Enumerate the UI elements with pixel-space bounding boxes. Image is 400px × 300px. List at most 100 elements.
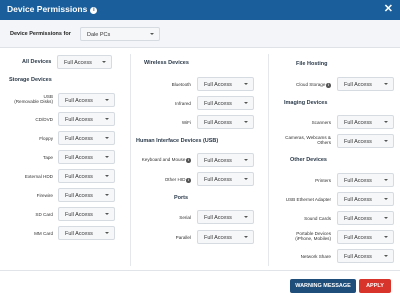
serial-select[interactable]: Full Access	[197, 210, 254, 224]
row-label-cloud-storage: Cloud Storage i	[296, 82, 331, 88]
info-icon[interactable]: i	[90, 7, 98, 14]
chevron-down-icon	[105, 137, 109, 139]
row-label-firewire: Firewire	[36, 193, 53, 198]
select-value: Full Access	[344, 119, 372, 126]
scanners-select[interactable]: Full Access	[337, 115, 394, 129]
info-icon[interactable]: i	[326, 83, 331, 88]
portable-devices-select[interactable]: Full Access	[337, 230, 394, 244]
chevron-down-icon	[244, 159, 248, 161]
select-value: Full Access	[204, 214, 232, 221]
chevron-down-icon	[105, 156, 109, 158]
sd-card-select[interactable]: Full Access	[58, 207, 115, 221]
wifi-select[interactable]: Full Access	[197, 115, 254, 129]
floppy-select[interactable]: Full Access	[58, 131, 115, 145]
select-value: Full Access	[344, 234, 372, 241]
section-ports: Ports	[174, 195, 189, 201]
select-value: Full Access	[204, 157, 232, 164]
chevron-down-icon	[384, 217, 388, 219]
chevron-down-icon	[384, 121, 388, 123]
bluetooth-select[interactable]: Full Access	[197, 77, 254, 91]
row-label-sd-card: SD Card	[35, 212, 53, 217]
row-label-mm-card: MM Card	[34, 231, 53, 236]
parallel-select[interactable]: Full Access	[197, 230, 254, 244]
chevron-down-icon	[384, 236, 388, 238]
select-value: Full Access	[65, 135, 93, 142]
chevron-down-icon	[150, 33, 154, 35]
chevron-down-icon	[244, 102, 248, 104]
other-hid-select[interactable]: Full Access	[197, 172, 254, 186]
row-label-floppy: Floppy	[39, 136, 53, 141]
chevron-down-icon	[105, 175, 109, 177]
chevron-down-icon	[105, 213, 109, 215]
row-label-keyboard-mouse: Keyboard and Mouse i	[141, 157, 191, 163]
row-label-other-hid: Other HID i	[164, 177, 191, 183]
chevron-down-icon	[384, 179, 388, 181]
keyboard-mouse-select[interactable]: Full Access	[197, 153, 254, 167]
select-value: Full Access	[65, 173, 93, 180]
row-label-usb: USB (Removable Disks)	[14, 94, 53, 105]
select-value: Full Access	[344, 138, 372, 145]
select-value: Full Access	[65, 97, 93, 104]
group-select[interactable]: Dale PCs	[80, 27, 160, 41]
section-file-hosting: File Hosting	[296, 61, 328, 67]
select-value: Full Access	[204, 100, 232, 107]
sound-cards-select[interactable]: Full Access	[337, 211, 394, 225]
select-value: Full Access	[344, 215, 372, 222]
column-divider	[268, 54, 269, 266]
section-imaging-devices: Imaging Devices	[284, 100, 328, 106]
group-select-label: Device Permissions for	[10, 31, 71, 37]
chevron-down-icon	[384, 255, 388, 257]
select-value: Full Access	[65, 154, 93, 161]
select-value: Full Access	[64, 59, 92, 66]
select-value: Full Access	[344, 81, 372, 88]
select-value: Full Access	[204, 81, 232, 88]
select-value: Full Access	[65, 230, 93, 237]
printers-select[interactable]: Full Access	[337, 173, 394, 187]
chevron-down-icon	[244, 178, 248, 180]
chevron-down-icon	[244, 216, 248, 218]
dialog-footer: WARNING MESSAGE APPLY	[0, 270, 400, 300]
select-value: Full Access	[204, 119, 232, 126]
select-value: Full Access	[344, 177, 372, 184]
all-devices-select[interactable]: Full Access	[57, 55, 112, 69]
row-label-serial: Serial	[179, 215, 191, 220]
row-label-parallel: Parallel	[175, 235, 191, 240]
all-devices-label: All Devices	[22, 59, 52, 65]
section-wireless-devices: Wireless Devices	[144, 60, 189, 66]
infrared-select[interactable]: Full Access	[197, 96, 254, 110]
group-select-value: Dale PCs	[87, 31, 111, 38]
tape-select[interactable]: Full Access	[58, 150, 115, 164]
chevron-down-icon	[244, 236, 248, 238]
usb-select[interactable]: Full Access	[58, 93, 115, 107]
select-value: Full Access	[204, 176, 232, 183]
dialog-title-bar: Device Permissions i ✕	[0, 0, 400, 20]
row-label-scanners: Scanners	[311, 120, 331, 125]
warning-message-button[interactable]: WARNING MESSAGE	[290, 279, 356, 293]
network-share-select[interactable]: Full Access	[337, 249, 394, 263]
chevron-down-icon	[384, 83, 388, 85]
chevron-down-icon	[105, 118, 109, 120]
chevron-down-icon	[102, 61, 106, 63]
row-label-cddvd: CD/DVD	[35, 117, 53, 122]
close-icon[interactable]: ✕	[384, 3, 393, 16]
info-icon[interactable]: i	[186, 178, 191, 183]
row-label-external-hdd: External HDD	[24, 174, 53, 179]
column-divider	[130, 54, 131, 266]
cameras-select[interactable]: Full Access	[337, 134, 394, 148]
apply-button[interactable]: APPLY	[359, 279, 391, 293]
chevron-down-icon	[105, 232, 109, 234]
cloud-storage-select[interactable]: Full Access	[337, 77, 394, 91]
row-label-printers: Printers	[315, 178, 331, 183]
firewire-select[interactable]: Full Access	[58, 188, 115, 202]
external-hdd-select[interactable]: Full Access	[58, 169, 115, 183]
row-label-tape: Tape	[43, 155, 53, 160]
chevron-down-icon	[384, 140, 388, 142]
mm-card-select[interactable]: Full Access	[58, 226, 115, 240]
info-icon[interactable]: i	[186, 158, 191, 163]
cddvd-select[interactable]: Full Access	[58, 112, 115, 126]
usb-ethernet-select[interactable]: Full Access	[337, 192, 394, 206]
row-label-bluetooth: Bluetooth	[171, 82, 191, 87]
row-label-network-share: Network Share	[300, 254, 331, 259]
chevron-down-icon	[244, 83, 248, 85]
chevron-down-icon	[105, 194, 109, 196]
